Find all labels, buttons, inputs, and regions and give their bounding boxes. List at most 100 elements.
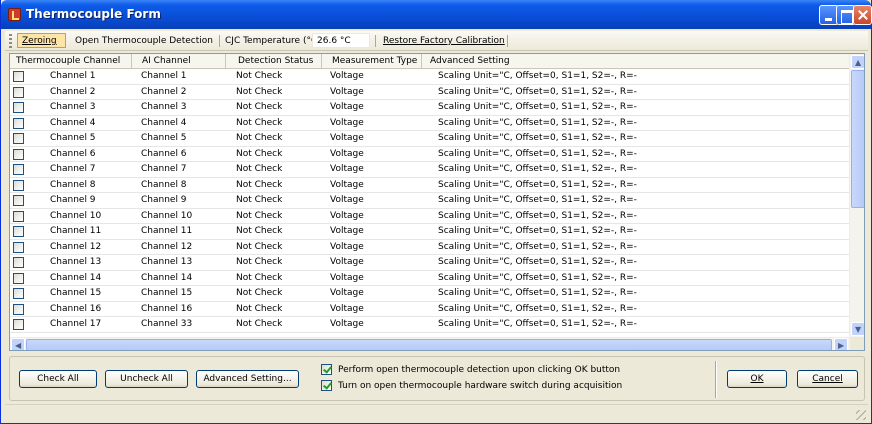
cell-advanced-setting[interactable]: Scaling Unit="C, Offset=0, S1=1, S2=-, R… <box>438 302 848 317</box>
cell-measurement-type: Voltage <box>330 148 364 159</box>
open-detection-button[interactable]: Open Thermocouple Detection <box>75 34 213 49</box>
cell-advanced-setting[interactable]: Scaling Unit="C, Offset=0, S1=1, S2=-, R… <box>438 317 848 332</box>
grid-rows: Channel 1 Channel 1 Not Check Voltage Scalin… <box>10 69 850 333</box>
row-checkbox[interactable] <box>13 102 24 113</box>
scroll-right-arrow-icon[interactable]: ▶ <box>834 338 848 350</box>
close-button[interactable] <box>853 5 872 25</box>
advanced-setting-button[interactable]: Advanced Setting... <box>196 370 299 388</box>
vertical-scroll-thumb[interactable] <box>851 70 864 208</box>
title-bar[interactable]: Thermocouple Form <box>1 0 872 29</box>
row-checkbox[interactable] <box>13 210 24 222</box>
scroll-left-arrow-icon[interactable]: ◀ <box>11 338 25 350</box>
hardware-switch-checkbox[interactable] <box>321 380 332 391</box>
cell-advanced-setting[interactable]: Scaling Unit="C, Offset=0, S1=1, S2=-, R… <box>438 147 848 162</box>
row-checkbox[interactable] <box>13 195 24 206</box>
row-checkbox[interactable] <box>13 179 24 191</box>
table-row[interactable]: Channel 11 Channel 11 Not Check Voltage Scal… <box>10 224 850 240</box>
resize-grip-icon[interactable] <box>856 410 866 420</box>
table-row[interactable]: Channel 7 Channel 7 Not Check Voltage Scalin… <box>10 162 850 178</box>
table-row[interactable]: Channel 8 Channel 8 Not Check Voltage Scalin… <box>10 178 850 193</box>
table-row[interactable]: Channel 16 Channel 16 Not Check Voltage Scal… <box>10 302 850 317</box>
open-detection-on-ok-checkbox[interactable] <box>321 364 332 375</box>
cell-ai-channel: Channel 3 <box>141 102 187 112</box>
ok-button[interactable]: OK <box>727 370 787 388</box>
row-checkbox[interactable] <box>13 241 24 253</box>
table-row[interactable]: Channel 14 Channel 14 Not Check Voltage Scal… <box>10 271 850 286</box>
cell-advanced-setting[interactable]: Scaling Unit="C, Offset=0, S1=1, S2=-, R… <box>438 85 848 100</box>
cell-advanced-setting[interactable]: Scaling Unit="C, Offset=0, S1=1, S2=-, R… <box>438 162 848 177</box>
table-row[interactable]: Channel 9 Channel 9 Not Check Voltage Scalin… <box>10 193 850 209</box>
cell-thermocouple-channel: Channel 13 <box>50 257 102 267</box>
restore-factory-calibration-button[interactable]: Restore Factory Calibration <box>383 34 505 49</box>
cell-advanced-setting[interactable]: Scaling Unit="C, Offset=0, S1=1, S2=-, R… <box>438 193 848 208</box>
cell-advanced-setting[interactable]: Scaling Unit="C, Offset=0, S1=1, S2=-, R… <box>438 209 848 224</box>
cell-measurement-type: Voltage <box>330 71 364 81</box>
table-row[interactable]: Channel 2 Channel 2 Not Check Voltage Scalin… <box>10 85 850 100</box>
table-row[interactable]: Channel 12 Channel 12 Not Check Voltage Scal… <box>10 240 850 255</box>
cancel-button[interactable]: Cancel <box>797 370 858 388</box>
col-ai-channel[interactable]: AI Channel <box>132 54 226 69</box>
cell-detection-status: Not Check <box>236 319 283 329</box>
row-checkbox[interactable] <box>13 71 24 82</box>
table-row[interactable]: Channel 6 Channel 6 Not Check Voltage Scalin… <box>10 147 850 162</box>
cell-thermocouple-channel: Channel 7 <box>50 164 96 174</box>
scroll-up-arrow-icon[interactable]: ▲ <box>851 55 864 69</box>
vertical-scrollbar[interactable]: ▲ ▼ <box>849 54 864 337</box>
cell-advanced-setting[interactable]: Scaling Unit="C, Offset=0, S1=1, S2=-, R… <box>438 116 848 131</box>
horizontal-scroll-thumb[interactable] <box>26 339 832 350</box>
cell-advanced-setting[interactable]: Scaling Unit="C, Offset=0, S1=1, S2=-, R… <box>438 100 848 115</box>
cell-detection-status: Not Check <box>236 133 283 143</box>
table-row[interactable]: Channel 3 Channel 3 Not Check Voltage Scalin… <box>10 100 850 116</box>
row-checkbox[interactable] <box>13 272 24 284</box>
cell-advanced-setting[interactable]: Scaling Unit="C, Offset=0, S1=1, S2=-, R… <box>438 224 848 239</box>
cell-advanced-setting[interactable]: Scaling Unit="C, Offset=0, S1=1, S2=-, R… <box>438 240 848 255</box>
row-checkbox[interactable] <box>13 257 24 268</box>
uncheck-all-button[interactable]: Uncheck All <box>105 370 188 388</box>
cell-measurement-type: Voltage <box>330 272 364 283</box>
col-advanced-setting[interactable]: Advanced Setting <box>422 54 850 69</box>
cell-advanced-setting[interactable]: Scaling Unit="C, Offset=0, S1=1, S2=-, R… <box>438 69 848 84</box>
table-row[interactable]: Channel 15 Channel 15 Not Check Voltage Scal… <box>10 286 850 302</box>
cell-thermocouple-channel: Channel 4 <box>50 117 96 128</box>
cell-advanced-setting[interactable]: Scaling Unit="C, Offset=0, S1=1, S2=-, R… <box>438 271 848 286</box>
table-row[interactable]: Channel 5 Channel 5 Not Check Voltage Scalin… <box>10 131 850 147</box>
zeroing-button[interactable]: Zeroing <box>17 33 66 48</box>
row-checkbox[interactable] <box>13 133 24 144</box>
table-row[interactable]: Channel 4 Channel 4 Not Check Voltage Scalin… <box>10 116 850 131</box>
table-row[interactable]: Channel 10 Channel 10 Not Check Voltage Scal… <box>10 209 850 224</box>
row-checkbox[interactable] <box>13 117 24 129</box>
cell-advanced-setting[interactable]: Scaling Unit="C, Offset=0, S1=1, S2=-, R… <box>438 131 848 146</box>
col-detection-status[interactable]: Detection Status <box>226 54 322 69</box>
toolbar-grip-icon[interactable] <box>9 34 12 48</box>
scroll-down-arrow-icon[interactable]: ▼ <box>851 322 864 336</box>
cell-thermocouple-channel: Channel 10 <box>50 210 102 221</box>
cell-detection-status: Not Check <box>236 241 283 252</box>
cell-advanced-setting[interactable]: Scaling Unit="C, Offset=0, S1=1, S2=-, R… <box>438 286 848 301</box>
table-row[interactable]: Channel 1 Channel 1 Not Check Voltage Scalin… <box>10 69 850 85</box>
row-checkbox[interactable] <box>13 226 24 237</box>
cell-thermocouple-channel: Channel 12 <box>50 241 102 252</box>
row-checkbox[interactable] <box>13 303 24 315</box>
cell-detection-status: Not Check <box>236 195 283 205</box>
cell-ai-channel: Channel 8 <box>141 179 187 190</box>
hardware-switch-label: Turn on open thermocouple hardware switc… <box>338 381 623 391</box>
table-row[interactable]: Channel 13 Channel 13 Not Check Voltage Scal… <box>10 255 850 271</box>
table-row[interactable]: Channel 17 Channel 33 Not Check Voltage Scal… <box>10 317 850 333</box>
cell-measurement-type: Voltage <box>330 303 364 314</box>
row-checkbox[interactable] <box>13 148 24 160</box>
cell-measurement-type: Voltage <box>330 117 364 128</box>
toolbar-separator <box>375 35 376 47</box>
col-thermocouple-channel[interactable]: Thermocouple Channel <box>10 54 132 69</box>
horizontal-scrollbar[interactable]: ◀ ▶ <box>10 337 850 350</box>
cell-thermocouple-channel: Channel 1 <box>50 71 96 81</box>
col-measurement-type[interactable]: Measurement Type <box>322 54 422 69</box>
cell-ai-channel: Channel 5 <box>141 133 187 143</box>
row-checkbox[interactable] <box>13 319 24 330</box>
cell-detection-status: Not Check <box>236 71 283 81</box>
row-checkbox[interactable] <box>13 86 24 98</box>
row-checkbox[interactable] <box>13 288 24 299</box>
row-checkbox[interactable] <box>13 164 24 175</box>
cell-advanced-setting[interactable]: Scaling Unit="C, Offset=0, S1=1, S2=-, R… <box>438 178 848 193</box>
check-all-button[interactable]: Check All <box>19 370 97 388</box>
cell-advanced-setting[interactable]: Scaling Unit="C, Offset=0, S1=1, S2=-, R… <box>438 255 848 270</box>
